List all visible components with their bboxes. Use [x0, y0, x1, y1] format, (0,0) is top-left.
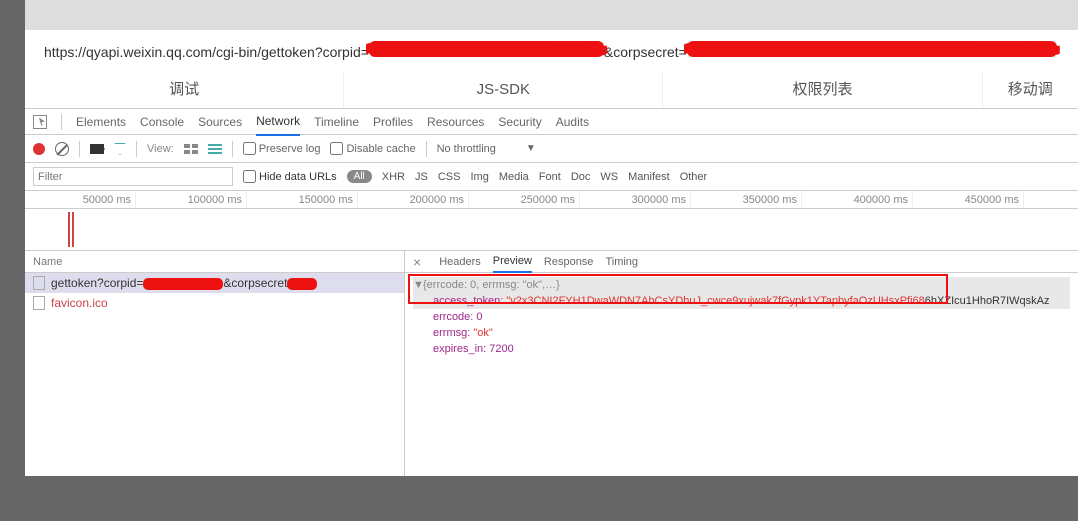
tab-security[interactable]: Security	[498, 109, 541, 135]
requests-list: Name gettoken?corpid=&corpsecret favicon…	[25, 251, 405, 476]
inspect-icon[interactable]	[33, 115, 47, 129]
tab-headers[interactable]: Headers	[439, 252, 481, 272]
preview-content[interactable]: ▼{errcode: 0, errmsg: "ok",…} access_tok…	[405, 273, 1078, 361]
request-row[interactable]: favicon.ico	[25, 293, 404, 313]
small-rows-icon[interactable]	[208, 144, 222, 154]
devtools-tabbar: Elements Console Sources Network Timelin…	[25, 109, 1078, 135]
view-label: View:	[147, 143, 174, 155]
filter-css[interactable]: CSS	[438, 171, 461, 183]
tab-mobile[interactable]: 移动调	[983, 71, 1078, 108]
filter-xhr[interactable]: XHR	[382, 171, 405, 183]
filter-ws[interactable]: WS	[600, 171, 618, 183]
filter-bar: Hide data URLs All XHR JS CSS Img Media …	[25, 163, 1078, 191]
chevron-down-icon: ▼	[526, 143, 536, 154]
screenshot-icon[interactable]	[90, 144, 104, 154]
filter-input[interactable]	[33, 167, 233, 186]
tab-timeline[interactable]: Timeline	[314, 109, 359, 135]
tab-response[interactable]: Response	[544, 252, 594, 272]
tab-timing[interactable]: Timing	[605, 252, 638, 272]
tab-permissions[interactable]: 权限列表	[663, 71, 982, 108]
url-bar[interactable]: https://qyapi.weixin.qq.com/cgi-bin/gett…	[40, 39, 1078, 62]
filter-icon[interactable]	[114, 143, 126, 155]
hide-data-urls-checkbox[interactable]: Hide data URLs	[243, 170, 337, 183]
url-mid: &corpsecret=	[604, 44, 687, 60]
request-row[interactable]: gettoken?corpid=&corpsecret	[25, 273, 404, 293]
tab-elements[interactable]: Elements	[76, 109, 126, 135]
tab-console[interactable]: Console	[140, 109, 184, 135]
filter-img[interactable]: Img	[470, 171, 488, 183]
clear-icon[interactable]	[55, 142, 69, 156]
network-toolbar: View: Preserve log Disable cache No thro…	[25, 135, 1078, 163]
tab-jssdk[interactable]: JS-SDK	[344, 71, 663, 108]
response-panel: × Headers Preview Response Timing ▼{errc…	[405, 251, 1078, 476]
filter-all[interactable]: All	[347, 170, 372, 183]
record-icon[interactable]	[33, 143, 45, 155]
page-icon	[33, 296, 45, 310]
page-icon	[33, 276, 45, 290]
url-prefix: https://qyapi.weixin.qq.com/cgi-bin/gett…	[44, 44, 369, 60]
filter-media[interactable]: Media	[499, 171, 529, 183]
tab-preview[interactable]: Preview	[493, 251, 532, 273]
disable-cache-checkbox[interactable]: Disable cache	[330, 142, 415, 155]
close-icon[interactable]: ×	[413, 254, 421, 270]
filter-manifest[interactable]: Manifest	[628, 171, 670, 183]
expand-icon[interactable]: ▼	[413, 277, 421, 293]
filter-font[interactable]: Font	[539, 171, 561, 183]
requests-header: Name	[25, 251, 404, 273]
timeline-overview[interactable]	[25, 209, 1078, 251]
url-bar-row: https://qyapi.weixin.qq.com/cgi-bin/gett…	[25, 30, 1078, 71]
tab-debug[interactable]: 调试	[25, 71, 344, 108]
filter-other[interactable]: Other	[680, 171, 708, 183]
tab-profiles[interactable]: Profiles	[373, 109, 413, 135]
tab-audits[interactable]: Audits	[556, 109, 589, 135]
response-tabs: × Headers Preview Response Timing	[405, 251, 1078, 273]
preserve-log-checkbox[interactable]: Preserve log	[243, 142, 321, 155]
filter-doc[interactable]: Doc	[571, 171, 591, 183]
throttling-select[interactable]: No throttling ▼	[437, 143, 536, 155]
top-tabs: 调试 JS-SDK 权限列表 移动调	[25, 71, 1078, 109]
tab-sources[interactable]: Sources	[198, 109, 242, 135]
timeline-ruler: 50000 ms 100000 ms 150000 ms 200000 ms 2…	[25, 191, 1078, 209]
large-rows-icon[interactable]	[184, 144, 198, 154]
tab-network[interactable]: Network	[256, 108, 300, 136]
tab-resources[interactable]: Resources	[427, 109, 484, 135]
filter-js[interactable]: JS	[415, 171, 428, 183]
